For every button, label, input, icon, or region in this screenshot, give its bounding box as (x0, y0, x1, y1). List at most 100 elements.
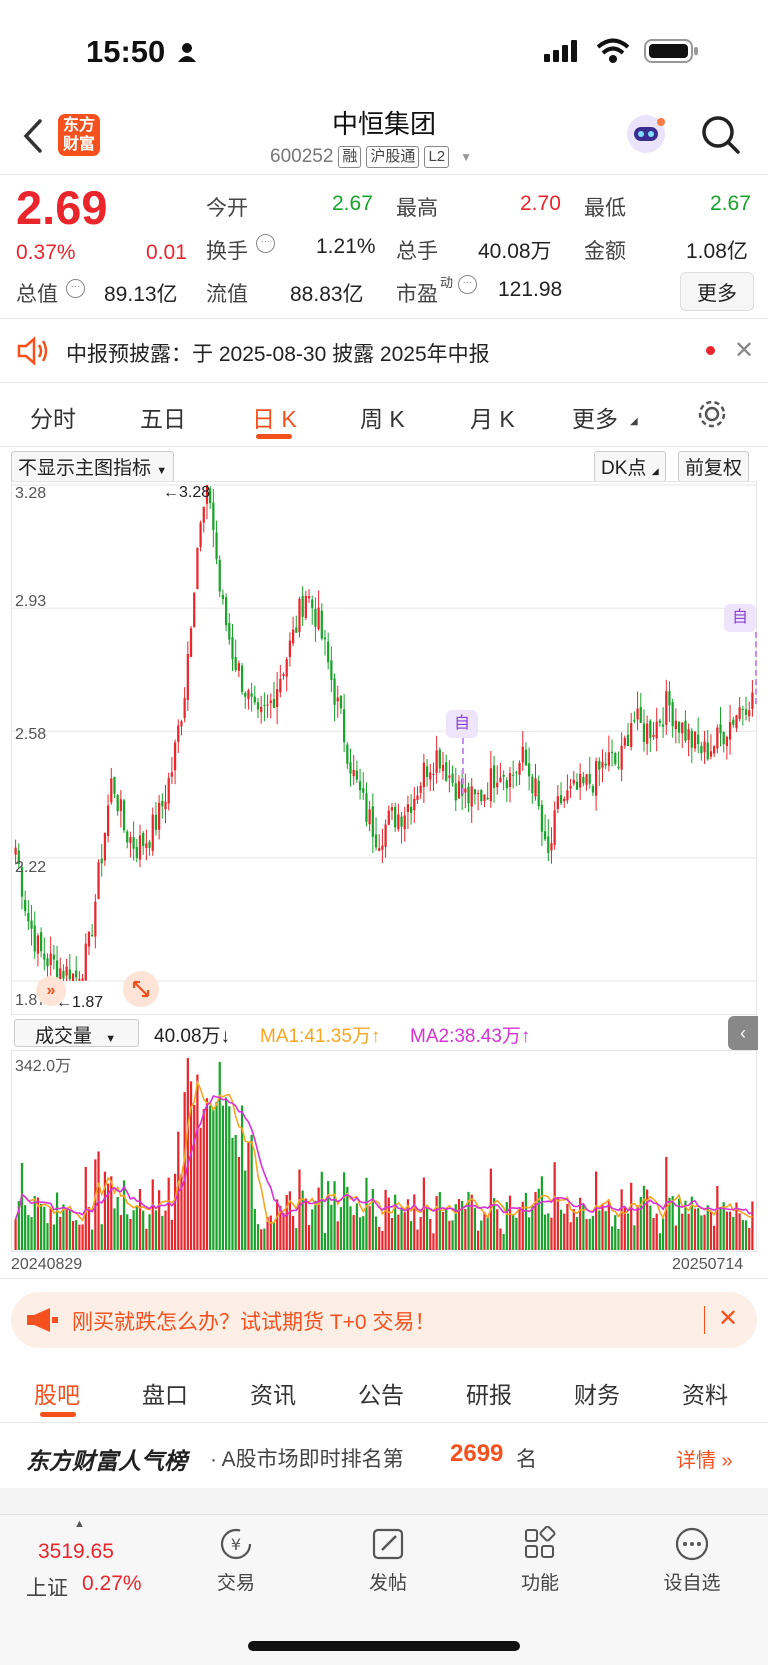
open-value: 2.67 (332, 192, 373, 215)
robot-assistant-icon[interactable] (624, 112, 668, 156)
volume-bar (24, 1205, 27, 1250)
volume-bar (362, 1216, 365, 1250)
volume-bar (311, 1209, 314, 1250)
info-icon[interactable]: ··· (458, 275, 477, 294)
volume-bar (719, 1208, 722, 1250)
expand-icon[interactable] (122, 970, 160, 1008)
info-icon[interactable]: ··· (256, 234, 275, 253)
close-icon[interactable]: ✕ (718, 1304, 738, 1333)
volume-bar (588, 1218, 591, 1250)
volume-bar (285, 1194, 288, 1250)
volume-bar (378, 1226, 381, 1250)
volume-bar (594, 1171, 598, 1250)
candle-body (697, 734, 700, 745)
volume-bar (642, 1185, 646, 1250)
candle-body (368, 809, 371, 825)
candle-body (247, 690, 250, 700)
volume-bar (148, 1214, 151, 1250)
volume-chart[interactable] (11, 1050, 757, 1252)
close-icon[interactable]: ✕ (734, 336, 754, 365)
volume-bar (633, 1225, 636, 1250)
tab-weekly-k[interactable]: 周 K (360, 400, 405, 434)
volume-bar (231, 1137, 234, 1250)
volume-bar (748, 1228, 751, 1250)
tab-five-day[interactable]: 五日 (140, 400, 186, 434)
candle-body (129, 837, 132, 844)
search-icon[interactable] (700, 114, 742, 156)
volume-bar (46, 1223, 49, 1250)
notice-text[interactable]: 中报预披露：于 2025-08-30 披露 2025年中报 (66, 338, 490, 368)
home-indicator (248, 1641, 520, 1651)
tab-orderbook[interactable]: 盘口 (142, 1376, 188, 1410)
candle-body (642, 723, 646, 743)
candle-body (623, 737, 626, 746)
tab-forum[interactable]: 股吧 (34, 1376, 80, 1410)
dropdown-icon[interactable]: ▼ (460, 150, 472, 164)
volume-bar (543, 1214, 547, 1250)
dk-button[interactable]: DK点 ◢ (594, 451, 666, 482)
volume-bar (78, 1224, 81, 1250)
change-abs: 0.01 (146, 241, 187, 264)
volume-bar (298, 1169, 301, 1250)
tab-research[interactable]: 研报 (466, 1376, 512, 1410)
candle-body (524, 749, 528, 766)
ranking-prefix: · A股市场即时排名第 (210, 1448, 404, 1471)
volume-bar (119, 1215, 122, 1250)
volume-bar (556, 1197, 559, 1250)
volume-bar (183, 1092, 186, 1250)
candle-body (601, 761, 604, 768)
promo-text[interactable]: 刚买就跌怎么办？试试期货 T+0 交易！ (72, 1306, 435, 1336)
volume-bar (716, 1186, 719, 1250)
volume-bar (129, 1218, 132, 1250)
candle-body (499, 777, 502, 783)
candle-body (65, 966, 68, 976)
add-watchlist-button[interactable]: 设自选 (652, 1526, 732, 1595)
candle-body (744, 709, 748, 715)
tab-more[interactable]: 更多 (572, 400, 618, 434)
indicator-label: 不显示主图指标 (18, 458, 152, 479)
more-button[interactable]: 更多 (680, 272, 754, 311)
volume-bar (75, 1220, 78, 1250)
candle-body (244, 692, 247, 697)
volume-bar (186, 1058, 189, 1250)
tab-monthly-k[interactable]: 月 K (470, 400, 515, 434)
trade-button[interactable]: ¥ 交易 (196, 1526, 276, 1595)
candle-body (113, 776, 116, 794)
volume-bar (582, 1203, 585, 1250)
collapse-panel-icon[interactable]: ‹ (728, 1016, 758, 1050)
self-select-marker[interactable]: 自 (724, 604, 756, 632)
tab-finance[interactable]: 财务 (574, 1376, 620, 1410)
volume-bar (728, 1211, 732, 1250)
candle-body (263, 704, 266, 706)
settings-icon[interactable] (696, 398, 728, 430)
collapse-up-icon[interactable]: ▲ (74, 1518, 85, 1530)
candle-body (346, 744, 349, 764)
functions-button[interactable]: 功能 (500, 1525, 580, 1595)
candle-body (451, 773, 454, 783)
volume-bar (30, 1217, 33, 1250)
tab-profile[interactable]: 资料 (682, 1376, 728, 1410)
battery-icon (644, 39, 698, 63)
candle-body (27, 913, 30, 922)
info-icon[interactable]: ··· (66, 279, 85, 298)
self-select-marker[interactable]: 自 (446, 710, 478, 738)
candle-body (106, 805, 110, 836)
tab-intraday[interactable]: 分时 (30, 400, 76, 434)
signal-icon (544, 40, 577, 62)
index-value[interactable]: 3519.65 (38, 1540, 114, 1564)
volume-bar (649, 1205, 652, 1250)
ranking-detail-link[interactable]: 详情 » (676, 1444, 733, 1473)
candle-body (390, 807, 394, 811)
volume-bar (441, 1211, 445, 1250)
kline-chart[interactable] (11, 481, 757, 1015)
adjust-button[interactable]: 前复权 (678, 451, 750, 482)
tab-announcements[interactable]: 公告 (358, 1376, 404, 1410)
candle-body (476, 793, 480, 795)
tab-daily-k[interactable]: 日 K (252, 400, 297, 434)
candle-body (122, 800, 126, 831)
scroll-left-icon[interactable]: » (36, 976, 66, 1006)
post-button[interactable]: 发帖 (348, 1526, 428, 1595)
volume-select[interactable]: 成交量 ▼ (14, 1019, 139, 1047)
tab-news[interactable]: 资讯 (250, 1376, 296, 1410)
indicator-select[interactable]: 不显示主图指标 ▼ (11, 451, 175, 482)
